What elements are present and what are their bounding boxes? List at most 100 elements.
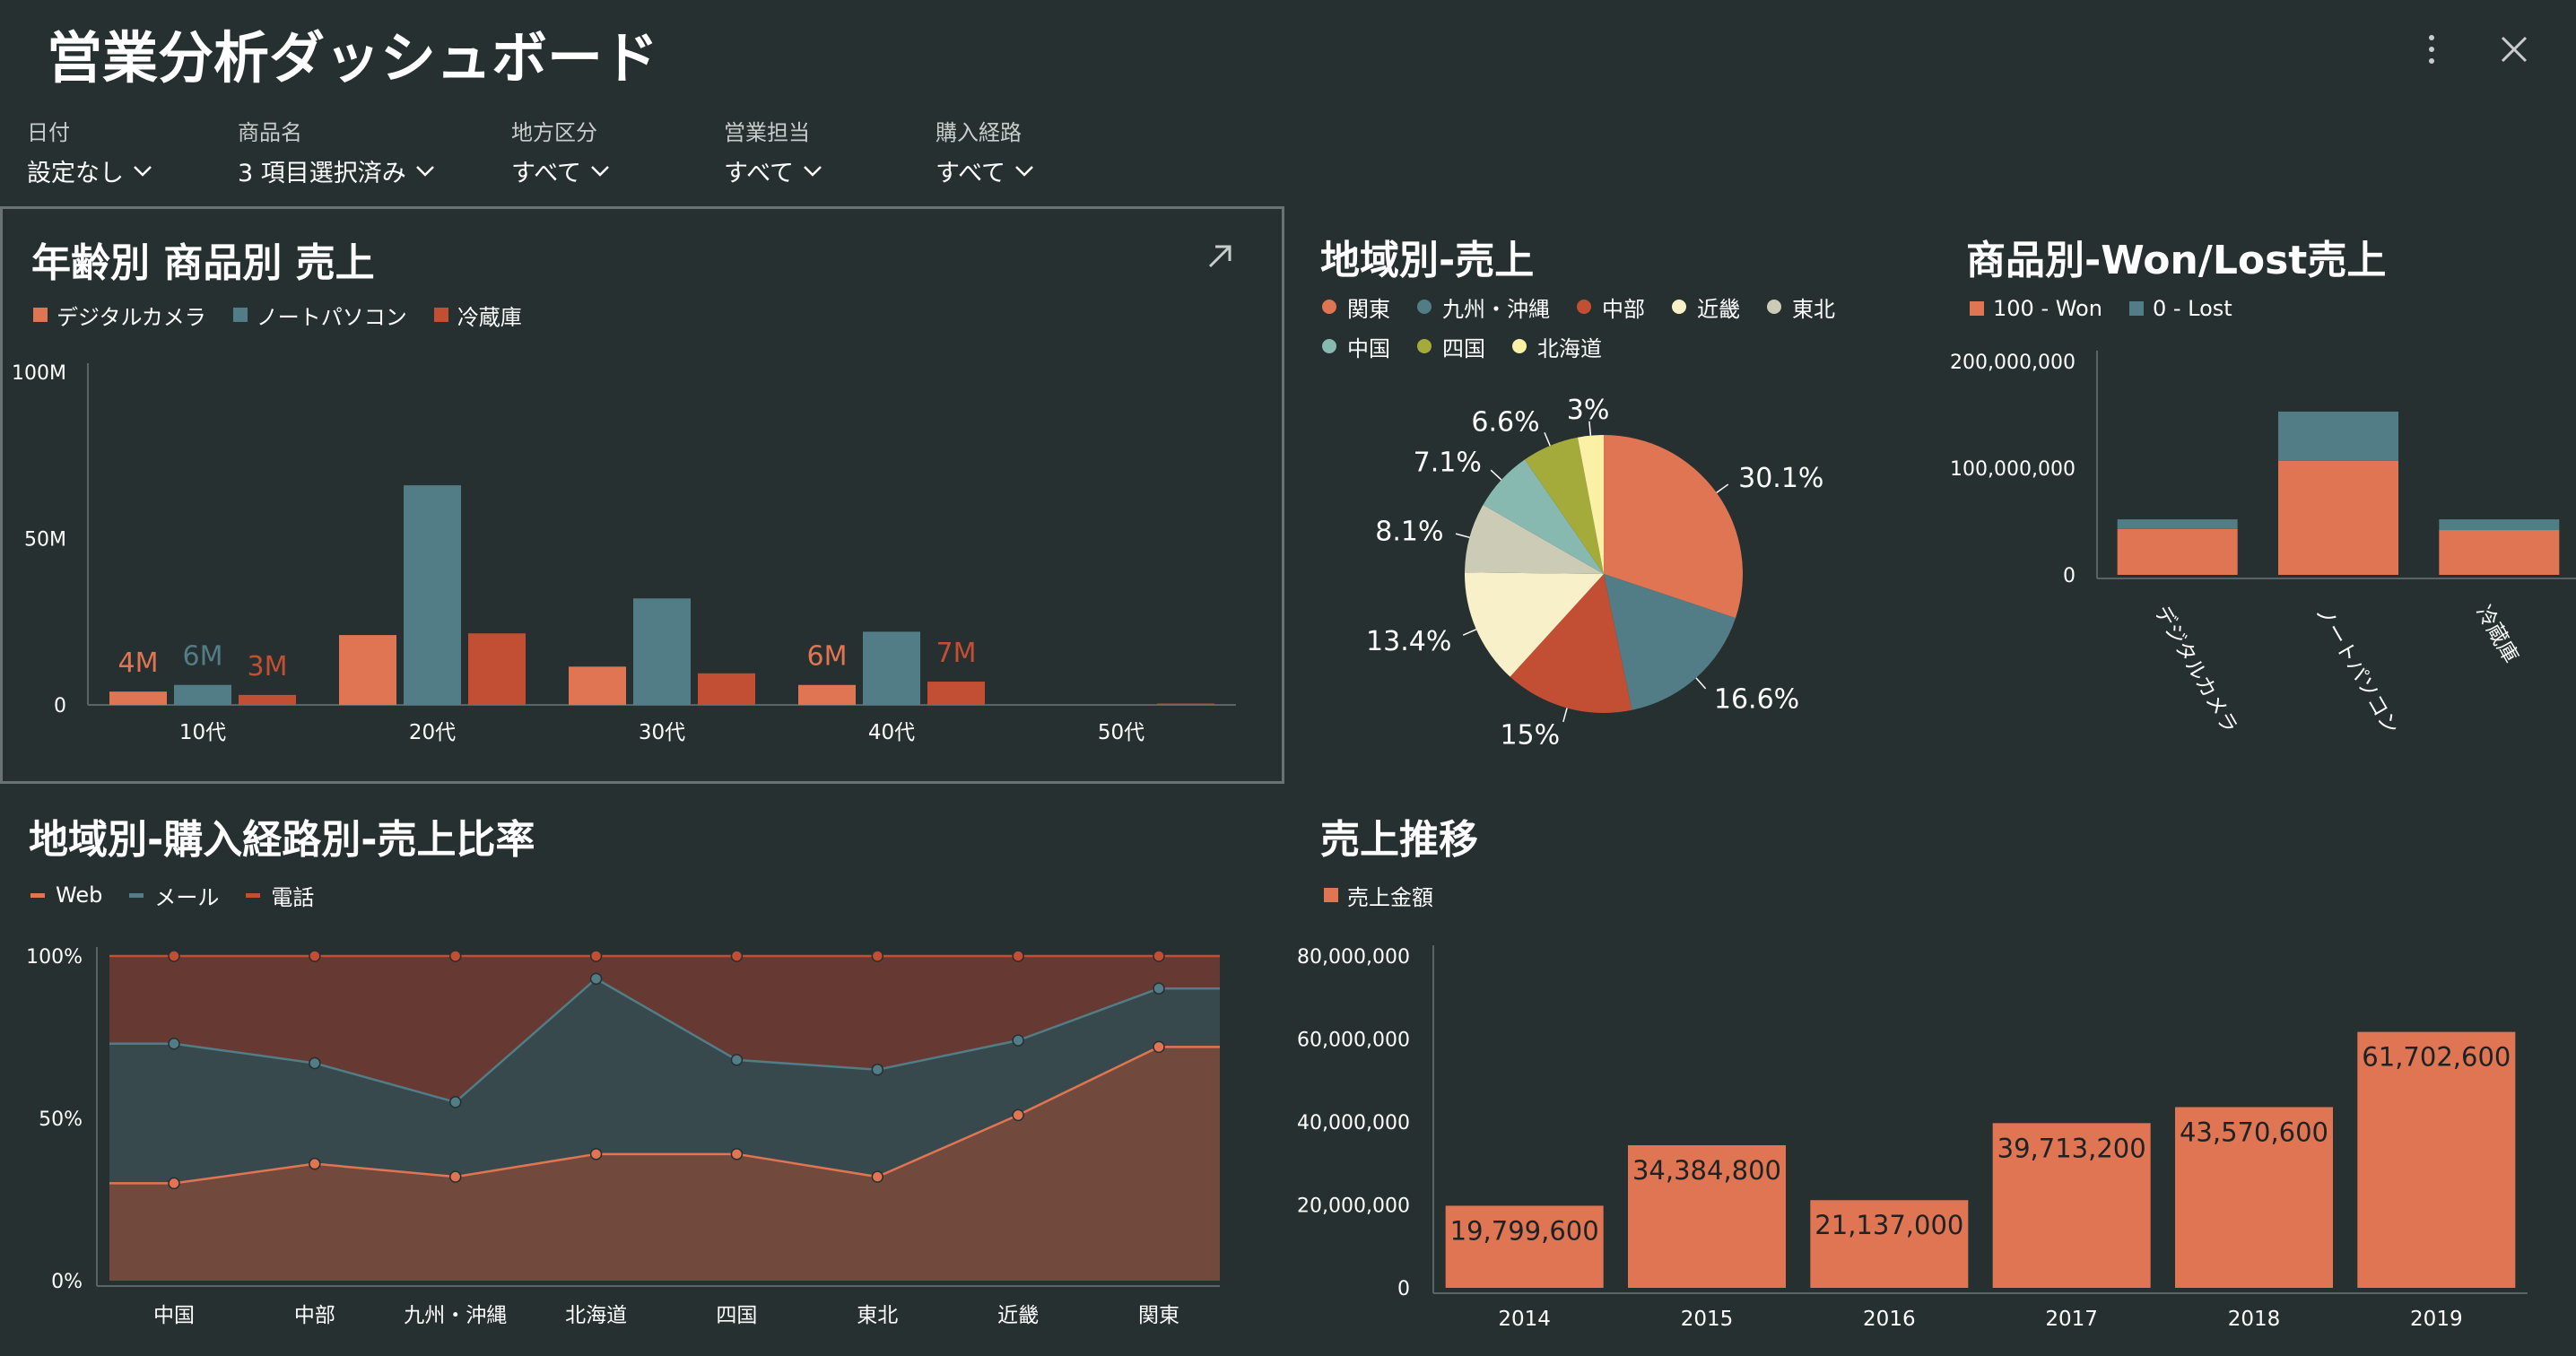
- filter-region[interactable]: 地方区分 すべて: [511, 115, 610, 188]
- filter-sales-rep[interactable]: 営業担当 すべて: [724, 115, 822, 188]
- leader-line: [1544, 431, 1551, 447]
- data-point: [871, 950, 884, 962]
- filter-product[interactable]: 商品名 3 項目選択済み: [238, 115, 435, 188]
- x-tick-label: 2019: [2410, 1308, 2463, 1331]
- data-point: [448, 950, 462, 962]
- x-tick-label: 九州・沖縄: [404, 1304, 507, 1327]
- x-tick-label: ノートパソコン: [2311, 602, 2403, 738]
- bar: [798, 684, 856, 705]
- data-point: [871, 1170, 884, 1183]
- data-label: 19,799,600: [1450, 1215, 1599, 1246]
- bar: [863, 631, 920, 705]
- bar-segment: [2439, 530, 2560, 575]
- data-label: 6M: [807, 641, 848, 673]
- y-tick-label: 80,000,000: [1297, 946, 1410, 969]
- bar: [927, 682, 985, 705]
- x-tick-label: 東北: [857, 1304, 898, 1327]
- data-label: 6M: [183, 641, 223, 673]
- leader-line: [1695, 677, 1707, 690]
- slice-label: 13.4%: [1366, 626, 1451, 657]
- data-point: [448, 1170, 462, 1183]
- slice-label: 8.1%: [1375, 516, 1443, 547]
- chevron-down-icon: [134, 165, 152, 177]
- more-vertical-icon[interactable]: [2418, 27, 2445, 72]
- x-tick-label: 四国: [716, 1304, 757, 1327]
- channel-ratio-area-chart: 0% 50% 100% 中国 中部 九州・沖縄 北海道 四国 東北 近畿 関東: [26, 946, 1220, 1327]
- leader-line: [1490, 469, 1502, 481]
- data-point: [309, 1056, 321, 1070]
- slice-label: 7.1%: [1414, 448, 1482, 479]
- x-tick-label: 2014: [1498, 1308, 1551, 1331]
- x-tick-label: 30代: [639, 721, 685, 744]
- data-point: [168, 950, 180, 962]
- x-tick-label: 2018: [2228, 1308, 2281, 1331]
- bar: [239, 694, 296, 705]
- data-label: 7M: [936, 638, 977, 669]
- filter-label: 営業担当: [724, 120, 810, 145]
- data-point: [309, 1157, 321, 1170]
- data-label: 21,137,000: [1815, 1210, 1963, 1240]
- close-icon[interactable]: [2492, 27, 2537, 72]
- data-point: [1012, 1034, 1024, 1047]
- data-point: [1153, 982, 1165, 995]
- bar: [468, 633, 526, 705]
- leader-line: [1455, 533, 1470, 539]
- data-point: [589, 972, 603, 986]
- slice-label: 16.6%: [1714, 683, 1799, 715]
- bar: [174, 684, 231, 705]
- y-tick-label: 100,000,000: [1950, 458, 2076, 481]
- panel-sales-trend[interactable]: 売上推移 売上金額 0 20,000,000 40,000,000 60,000,00…: [1292, 789, 2576, 1356]
- data-label: 43,570,600: [2180, 1117, 2328, 1147]
- x-tick-label: 20代: [409, 721, 456, 744]
- y-tick-label: 20,000,000: [1297, 1195, 1410, 1218]
- filter-label: 日付: [27, 120, 70, 145]
- bar-segment: [2439, 519, 2560, 531]
- y-tick-label: 100M: [12, 362, 66, 385]
- data-label: 34,384,800: [1632, 1155, 1781, 1186]
- data-label: 4M: [118, 648, 159, 679]
- filter-label: 地方区分: [511, 120, 597, 145]
- data-point: [1012, 1108, 1024, 1122]
- sales-trend-bar-chart: 0 20,000,000 40,000,000 60,000,000 80,000,00…: [1297, 945, 2528, 1331]
- filter-value: すべて: [936, 160, 1006, 187]
- chevron-down-icon: [591, 165, 609, 177]
- data-label: 61,702,600: [2362, 1042, 2511, 1073]
- slice-label: 30.1%: [1738, 463, 1823, 494]
- x-tick-label: 2015: [1681, 1308, 1734, 1331]
- age-product-bar-chart: 0 50M 100M 10代 4M 6M 3M 20代 30代 40代 6M 7M 50代: [12, 362, 1236, 744]
- bar-segment: [2117, 519, 2238, 529]
- data-point: [1153, 950, 1165, 962]
- y-tick-label: 40,000,000: [1297, 1112, 1410, 1134]
- data-point: [730, 1148, 744, 1160]
- filter-value: すべて: [724, 160, 795, 187]
- data-point: [448, 1096, 462, 1108]
- page-title: 営業分析ダッシュボード: [47, 25, 659, 91]
- bar: [404, 485, 461, 705]
- bar-segment: [2278, 460, 2398, 575]
- x-tick-label: 10代: [179, 721, 226, 744]
- filter-value: 3 項目選択済み: [238, 160, 406, 187]
- region-sales-pie-chart: 30.1% 16.6% 15% 13.4% 8.1% 7.1% 6.6% 3%: [1366, 395, 1823, 752]
- bar: [109, 691, 167, 705]
- data-point: [871, 1063, 884, 1076]
- bar: [633, 598, 691, 705]
- y-tick-label: 0: [54, 695, 66, 717]
- x-tick-label: 北海道: [565, 1304, 627, 1327]
- x-tick-label: 中国: [153, 1304, 195, 1327]
- filter-date[interactable]: 日付 設定なし: [27, 115, 152, 188]
- leader-line: [1462, 629, 1477, 636]
- filter-channel[interactable]: 購入経路 すべて: [936, 115, 1034, 188]
- data-point: [168, 1177, 180, 1190]
- bar-segment: [2278, 411, 2398, 461]
- data-point: [589, 950, 603, 962]
- x-tick-label: 2017: [2045, 1308, 2098, 1331]
- x-tick-label: 2016: [1863, 1308, 1916, 1331]
- panel-channel-ratio[interactable]: 地域別-購入経路別-売上比率 Web メール 電話 0% 50% 100% 中国 中部九…: [0, 789, 1284, 1356]
- panel-age-product[interactable]: 年齢別 商品別 売上 デジタルカメラ ノートパソコン 冷蔵庫 0 50M 100M 1…: [0, 206, 1284, 784]
- y-tick-label: 100%: [26, 946, 83, 969]
- slice-label: 15%: [1500, 719, 1560, 751]
- data-point: [1153, 1040, 1165, 1054]
- panel-won-lost[interactable]: 商品別-Won/Lost売上 100 - Won 0 - Lost 0 100,0…: [1937, 206, 2576, 784]
- panel-region-sales[interactable]: 地域別-売上 関東 九州・沖縄 中部 近畿 東北 中国 四国 北海道 30.1%…: [1292, 206, 1919, 784]
- x-tick-label: 中部: [294, 1304, 335, 1327]
